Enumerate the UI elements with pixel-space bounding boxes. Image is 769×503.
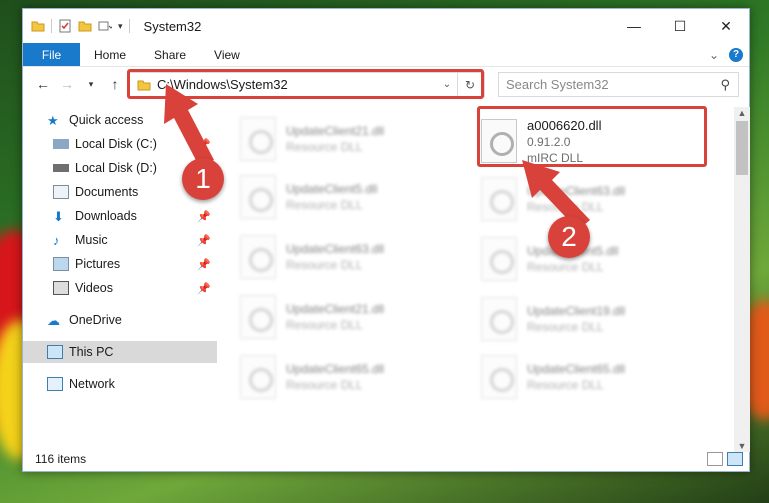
step-1-badge: 1 — [182, 158, 224, 200]
annotation-arrows — [164, 84, 590, 230]
arrow-1 — [164, 84, 214, 168]
step-2-badge: 2 — [548, 216, 590, 258]
